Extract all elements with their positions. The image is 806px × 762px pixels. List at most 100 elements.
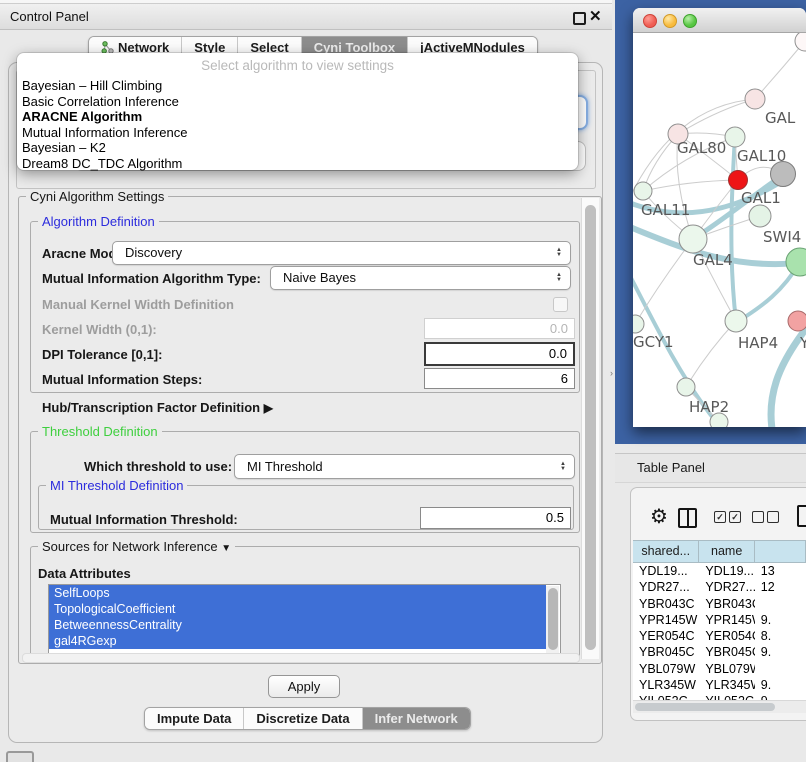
node-partial-top[interactable] <box>795 33 806 51</box>
node-big-green[interactable] <box>786 248 806 276</box>
hub-definition-toggle[interactable]: Hub/Transcription Factor Definition ▶ <box>42 400 273 415</box>
column-header[interactable]: shared... <box>633 541 699 562</box>
table-cell[interactable]: YBR045C <box>699 644 754 660</box>
table-row[interactable]: YBR045C YBR045C 9. <box>633 644 806 660</box>
edge[interactable] <box>755 41 805 99</box>
close-traffic-light[interactable] <box>643 14 657 28</box>
node-hap2[interactable] <box>677 378 695 396</box>
table-row[interactable]: YLR345W YLR345W 9. <box>633 677 806 693</box>
table-cell[interactable]: 13 <box>755 563 806 579</box>
dpi-tolerance-input[interactable]: 0.0 <box>424 342 575 366</box>
column-header[interactable]: name <box>699 541 754 562</box>
split-view-icon[interactable] <box>678 508 697 528</box>
unchecked-checkbox-icon[interactable] <box>752 511 764 523</box>
unchecked-checkbox-icon[interactable] <box>767 511 779 523</box>
settings-vertical-scrollbar[interactable] <box>581 198 599 659</box>
table-cell[interactable]: YER054C <box>633 628 699 644</box>
table-cell[interactable]: 9. <box>755 644 806 660</box>
table-cell[interactable]: YBR045C <box>633 644 699 660</box>
table-cell[interactable]: YDR27... <box>633 579 699 595</box>
table-cell[interactable]: 9. <box>755 612 806 628</box>
node-gray[interactable] <box>771 162 796 187</box>
table-cell[interactable]: 8. <box>755 628 806 644</box>
close-icon[interactable]: ✕ <box>589 7 602 25</box>
algorithm-option[interactable]: Dream8 DC_TDC Algorithm <box>22 156 573 172</box>
node-gal4[interactable] <box>679 225 707 253</box>
data-attributes-list[interactable]: SelfLoops TopologicalCoefficient Between… <box>48 584 561 657</box>
document-icon[interactable] <box>797 505 806 527</box>
zoom-traffic-light[interactable] <box>683 14 697 28</box>
table-cell[interactable] <box>755 596 806 612</box>
gear-icon[interactable]: ⚙ <box>650 504 668 529</box>
list-item[interactable]: BetweennessCentrality <box>49 617 546 633</box>
algorithm-option-selected[interactable]: ARACNE Algorithm <box>22 109 573 125</box>
table-horizontal-scrollbar[interactable] <box>633 700 806 713</box>
table-cell[interactable]: YDR27... <box>699 579 754 595</box>
table-cell[interactable]: YPR145W <box>633 612 699 628</box>
table-cell[interactable] <box>755 661 806 677</box>
tab-infer-network[interactable]: Infer Network <box>362 708 470 729</box>
edge[interactable] <box>678 99 755 134</box>
list-item[interactable]: gal4RGexp <box>49 633 546 649</box>
table-row[interactable]: YPR145W YPR145W 9. <box>633 612 806 628</box>
panel-splitter-handle[interactable]: › <box>610 368 613 378</box>
table-row[interactable]: YER054C YER054C 8. <box>633 628 806 644</box>
list-scrollbar[interactable] <box>546 586 559 654</box>
manual-kernel-checkbox[interactable] <box>553 297 568 312</box>
table-cell[interactable]: YER054C <box>699 628 754 644</box>
node-swi4[interactable] <box>749 205 771 227</box>
table-cell[interactable]: YBR043C <box>633 596 699 612</box>
sources-group-title[interactable]: Sources for Network Inference ▼ <box>38 539 235 554</box>
algorithm-option[interactable]: Bayesian – Hill Climbing <box>22 78 573 94</box>
tab-discretize-data[interactable]: Discretize Data <box>243 708 361 729</box>
mi-type-select[interactable]: Naive Bayes ▲▼ <box>270 266 571 290</box>
list-item[interactable]: SelfLoops <box>49 585 546 601</box>
float-window-icon[interactable] <box>573 12 586 25</box>
network-window-titlebar[interactable] <box>633 8 806 33</box>
scrollbar-thumb[interactable] <box>548 588 558 650</box>
kernel-width-input[interactable]: 0.0 <box>424 318 575 339</box>
node-y-pink[interactable] <box>788 311 806 331</box>
table-cell[interactable]: YBL079W <box>699 661 754 677</box>
mi-steps-input[interactable]: 6 <box>424 368 575 389</box>
table-cell[interactable]: YDL19... <box>699 563 754 579</box>
edge[interactable] <box>635 239 693 324</box>
node-gcy1[interactable] <box>633 315 644 333</box>
table-cell[interactable]: YBR043C <box>699 596 754 612</box>
algorithm-option[interactable]: Mutual Information Inference <box>22 125 573 141</box>
checked-checkbox-icon[interactable]: ✓ <box>714 511 726 523</box>
list-item[interactable]: TopologicalCoefficient <box>49 601 546 617</box>
node-gal1-selected[interactable] <box>729 171 748 190</box>
aracne-mode-select[interactable]: Discovery ▲▼ <box>112 241 571 265</box>
settings-horizontal-scrollbar[interactable] <box>22 653 580 663</box>
table-cell[interactable]: YPR145W <box>699 612 754 628</box>
algorithm-option[interactable]: Basic Correlation Inference <box>22 94 573 110</box>
node-hap4[interactable] <box>725 310 747 332</box>
minimized-panel-icon[interactable] <box>6 751 34 762</box>
node-gal10[interactable] <box>725 127 745 147</box>
algorithm-option[interactable]: Bayesian – K2 <box>22 140 573 156</box>
node-gal-pink[interactable] <box>745 89 765 109</box>
table-cell[interactable]: 9. <box>755 677 806 693</box>
table-row[interactable]: YDR27... YDR27... 12 <box>633 579 806 595</box>
table-cell[interactable]: YBL079W <box>633 661 699 677</box>
table-row[interactable]: YBR043C YBR043C <box>633 596 806 612</box>
mi-threshold-input[interactable]: 0.5 <box>420 507 571 529</box>
table-row[interactable]: YDL19... YDL19... 13 <box>633 563 806 579</box>
table-cell[interactable]: YDL19... <box>633 563 699 579</box>
column-header[interactable] <box>755 541 806 562</box>
scrollbar-thumb[interactable] <box>635 703 775 711</box>
scrollbar-thumb[interactable] <box>585 205 596 650</box>
table-cell[interactable]: YLR345W <box>699 677 754 693</box>
minimize-traffic-light[interactable] <box>663 14 677 28</box>
edge[interactable] <box>686 321 736 387</box>
checked-checkbox-icon[interactable]: ✓ <box>729 511 741 523</box>
which-threshold-select[interactable]: MI Threshold ▲▼ <box>234 454 575 479</box>
apply-button[interactable]: Apply <box>268 675 340 698</box>
table-cell[interactable]: YLR345W <box>633 677 699 693</box>
node-gal11[interactable] <box>634 182 652 200</box>
edge[interactable] <box>643 180 738 191</box>
table-row[interactable]: YBL079W YBL079W <box>633 661 806 677</box>
edge[interactable] <box>731 137 736 321</box>
tab-impute-data[interactable]: Impute Data <box>145 708 243 729</box>
